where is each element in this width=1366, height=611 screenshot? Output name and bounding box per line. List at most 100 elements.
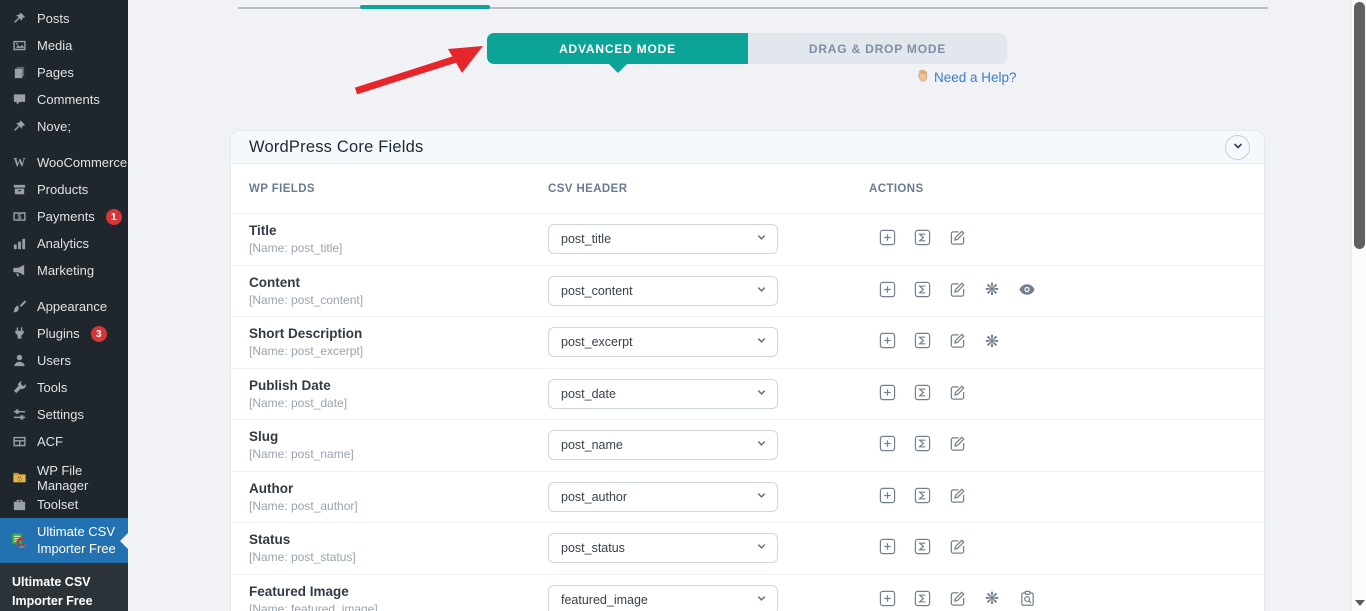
sidebar-item-posts[interactable]: Posts xyxy=(0,5,128,32)
edit-action-button[interactable] xyxy=(948,282,966,300)
add-icon xyxy=(879,229,896,249)
sidebar-item-users[interactable]: Users xyxy=(0,347,128,374)
sigma-action-button[interactable] xyxy=(913,230,931,248)
tools-icon xyxy=(10,380,28,395)
sigma-action-button[interactable] xyxy=(913,436,931,454)
sidebar-item-wp-file-manager[interactable]: WWP File Manager xyxy=(0,464,128,491)
sidebar-item-media[interactable]: Media xyxy=(0,32,128,59)
products-icon xyxy=(10,182,28,197)
sidebar-item-tools[interactable]: Tools xyxy=(0,374,128,401)
add-action-button[interactable] xyxy=(878,282,896,300)
sidebar-item-comments[interactable]: Comments xyxy=(0,86,128,113)
csv-header-selected-value: post_author xyxy=(561,490,627,504)
openai-action-button[interactable]: ❋ xyxy=(983,333,1001,351)
sidebar-item-label: Ultimate CSV Importer Free xyxy=(37,524,128,557)
openai-action-button[interactable]: ❋ xyxy=(983,282,1001,300)
chevron-down-icon xyxy=(756,333,767,351)
wp-field-cell: Short Description [Name: post_excerpt] xyxy=(231,326,548,358)
sidebar-item-label: Posts xyxy=(37,11,70,26)
openai-action-button[interactable]: ❋ xyxy=(983,591,1001,609)
add-action-button[interactable] xyxy=(878,436,896,454)
step-tab-active-indicator xyxy=(360,5,490,9)
sigma-action-button[interactable] xyxy=(913,488,931,506)
sidebar-item-label: WP File Manager xyxy=(37,463,128,493)
sigma-action-button[interactable] xyxy=(913,282,931,300)
sidebar-submenu-item-ultimate-csv-importer-free[interactable]: Ultimate CSV Importer Free xyxy=(0,563,128,611)
csv-header-select[interactable]: post_name xyxy=(548,430,778,460)
tab-dragdrop-mode[interactable]: DRAG & DROP MODE xyxy=(748,33,1007,64)
csv-header-selected-value: post_status xyxy=(561,541,625,555)
scrollbar-down-arrow-icon[interactable] xyxy=(1355,600,1365,606)
csv-header-select[interactable]: post_content xyxy=(548,276,778,306)
sidebar-item-label: Payments xyxy=(37,209,95,224)
sidebar-group-divider xyxy=(0,284,128,293)
scrollbar-thumb[interactable] xyxy=(1354,2,1365,249)
comment-icon xyxy=(10,92,28,107)
sidebar-item-ultimate-csv-importer-free[interactable]: Ultimate CSV Importer Free xyxy=(0,518,128,563)
csv-header-select[interactable]: featured_image xyxy=(548,585,778,611)
eye-action-button[interactable] xyxy=(1018,282,1036,300)
media-icon xyxy=(10,38,28,53)
edit-action-button[interactable] xyxy=(948,333,966,351)
add-action-button[interactable] xyxy=(878,385,896,403)
sidebar-item-plugins[interactable]: Plugins3 xyxy=(0,320,128,347)
chevron-down-icon xyxy=(756,385,767,403)
edit-action-button[interactable] xyxy=(948,488,966,506)
edit-action-button[interactable] xyxy=(948,230,966,248)
sidebar-group-divider xyxy=(0,140,128,149)
sidebar-item-products[interactable]: Products xyxy=(0,176,128,203)
actions-cell: ❋ xyxy=(869,591,1264,609)
sidebar-item-pages[interactable]: Pages xyxy=(0,59,128,86)
edit-icon xyxy=(949,384,966,404)
sidebar-item-payments[interactable]: $Payments1 xyxy=(0,203,128,230)
sigma-icon xyxy=(914,435,931,455)
csv-header-select[interactable]: post_status xyxy=(548,533,778,563)
wp-field-cell: Publish Date [Name: post_date] xyxy=(231,378,548,410)
edit-action-button[interactable] xyxy=(948,591,966,609)
openai-icon: ❋ xyxy=(985,334,999,351)
media-search-action-button[interactable] xyxy=(1018,591,1036,609)
sidebar-item-nove[interactable]: Nove; xyxy=(0,113,128,140)
sidebar-item-marketing[interactable]: Marketing xyxy=(0,257,128,284)
add-icon xyxy=(879,384,896,404)
pin-icon xyxy=(10,11,28,26)
sigma-icon xyxy=(914,281,931,301)
field-mapping-row: Title [Name: post_title] post_title xyxy=(231,214,1264,266)
sidebar-item-toolset[interactable]: Toolset xyxy=(0,491,128,518)
chevron-down-icon xyxy=(756,488,767,506)
tab-advanced-mode[interactable]: ADVANCED MODE xyxy=(487,33,748,64)
sigma-action-button[interactable] xyxy=(913,591,931,609)
csv-header-select[interactable]: post_excerpt xyxy=(548,327,778,357)
field-mapping-row: Author [Name: post_author] post_author xyxy=(231,472,1264,524)
acf-icon xyxy=(10,434,28,449)
column-header-csv-header: CSV HEADER xyxy=(548,183,869,195)
sidebar-item-label: Pages xyxy=(37,65,74,80)
add-icon xyxy=(879,538,896,558)
chevron-down-icon xyxy=(756,539,767,557)
sidebar-item-settings[interactable]: Settings xyxy=(0,401,128,428)
add-action-button[interactable] xyxy=(878,539,896,557)
annotation-arrow xyxy=(348,40,493,95)
edit-action-button[interactable] xyxy=(948,539,966,557)
csv-header-cell: post_status xyxy=(548,533,869,563)
need-help-link[interactable]: Need a Help? xyxy=(915,68,1017,86)
wp-field-name: [Name: post_title] xyxy=(249,241,548,255)
add-action-button[interactable] xyxy=(878,230,896,248)
sidebar-item-appearance[interactable]: Appearance xyxy=(0,293,128,320)
edit-action-button[interactable] xyxy=(948,436,966,454)
add-action-button[interactable] xyxy=(878,333,896,351)
sidebar-item-analytics[interactable]: Analytics xyxy=(0,230,128,257)
csv-header-select[interactable]: post_title xyxy=(548,224,778,254)
sidebar-item-acf[interactable]: ACF xyxy=(0,428,128,455)
collapse-panel-button[interactable] xyxy=(1225,135,1250,160)
csv-header-select[interactable]: post_author xyxy=(548,482,778,512)
add-action-button[interactable] xyxy=(878,591,896,609)
sigma-action-button[interactable] xyxy=(913,333,931,351)
csv-header-select[interactable]: post_date xyxy=(548,379,778,409)
wp-field-cell: Title [Name: post_title] xyxy=(231,223,548,255)
edit-action-button[interactable] xyxy=(948,385,966,403)
sigma-action-button[interactable] xyxy=(913,385,931,403)
add-action-button[interactable] xyxy=(878,488,896,506)
sidebar-item-woocommerce[interactable]: WWooCommerce xyxy=(0,149,128,176)
sigma-action-button[interactable] xyxy=(913,539,931,557)
